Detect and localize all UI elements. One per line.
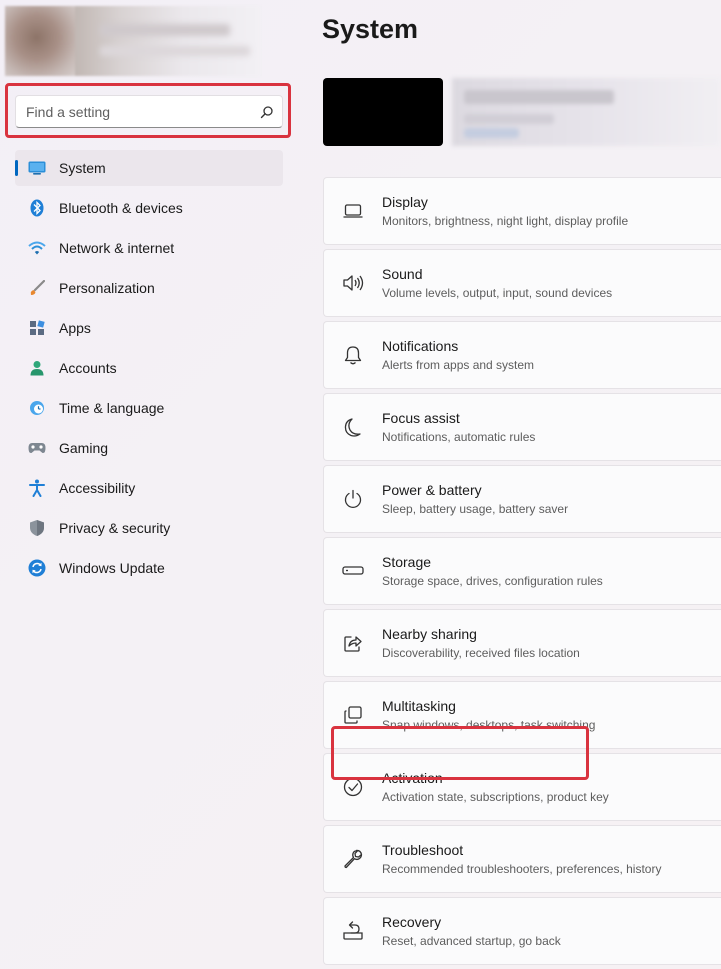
sidebar-item-bluetooth[interactable]: Bluetooth & devices	[15, 190, 283, 226]
setting-title: Nearby sharing	[382, 626, 477, 642]
setting-notifications[interactable]: Notifications Alerts from apps and syste…	[323, 321, 721, 389]
main-content: System Display Monitors, brightness, nig…	[322, 0, 721, 969]
brush-icon	[15, 280, 59, 296]
sidebar-item-label: Gaming	[59, 440, 109, 456]
sidebar-item-label: Personalization	[59, 280, 155, 296]
sidebar-item-personalization[interactable]: Personalization	[15, 270, 283, 306]
gamepad-icon	[15, 442, 59, 454]
setting-subtitle: Snap windows, desktops, task switching	[382, 718, 596, 732]
setting-subtitle: Recommended troubleshooters, preferences…	[382, 862, 662, 876]
setting-subtitle: Monitors, brightness, night light, displ…	[382, 214, 629, 228]
setting-recovery[interactable]: Recovery Reset, advanced startup, go bac…	[323, 897, 721, 965]
share-icon	[324, 633, 382, 653]
sidebar-item-label: Privacy & security	[59, 520, 171, 536]
setting-subtitle: Sleep, battery usage, battery saver	[382, 502, 569, 516]
setting-display[interactable]: Display Monitors, brightness, night ligh…	[323, 177, 721, 245]
setting-title: Storage	[382, 554, 432, 570]
speaker-icon	[324, 274, 382, 292]
wifi-icon	[15, 241, 59, 255]
page-title: System	[322, 14, 419, 44]
device-name-blurred	[464, 90, 614, 104]
sidebar-item-label: System	[59, 160, 106, 176]
setting-subtitle: Volume levels, output, input, sound devi…	[382, 286, 613, 300]
setting-title: Troubleshoot	[382, 842, 464, 858]
profile-name-blurred	[100, 24, 230, 36]
setting-title: Sound	[382, 266, 423, 282]
settings-list: Display Monitors, brightness, night ligh…	[323, 177, 721, 969]
setting-sound[interactable]: Sound Volume levels, output, input, soun…	[323, 249, 721, 317]
accessibility-icon	[15, 479, 59, 497]
monitor-icon	[15, 161, 59, 175]
wrench-icon	[324, 849, 382, 869]
setting-subtitle: Alerts from apps and system	[382, 358, 535, 372]
sidebar-item-label: Accessibility	[59, 480, 136, 496]
person-icon	[15, 360, 59, 376]
power-icon	[324, 489, 382, 509]
bluetooth-icon	[15, 199, 59, 217]
user-profile[interactable]	[5, 6, 260, 76]
setting-multitasking[interactable]: Multitasking Snap windows, desktops, tas…	[323, 681, 721, 749]
sidebar: System Bluetooth & devices Network & int…	[0, 0, 300, 969]
sidebar-item-accounts[interactable]: Accounts	[15, 350, 283, 386]
avatar	[5, 6, 75, 76]
setting-subtitle: Reset, advanced startup, go back	[382, 934, 561, 948]
sidebar-item-system[interactable]: System	[15, 150, 283, 186]
setting-nearby-sharing[interactable]: Nearby sharing Discoverability, received…	[323, 609, 721, 677]
setting-power-battery[interactable]: Power & battery Sleep, battery usage, ba…	[323, 465, 721, 533]
recovery-icon	[324, 921, 382, 941]
profile-email-blurred	[100, 46, 250, 56]
device-thumbnail	[323, 78, 443, 146]
sidebar-item-label: Time & language	[59, 400, 165, 416]
setting-activation[interactable]: Activation Activation state, subscriptio…	[323, 753, 721, 821]
display-icon	[324, 203, 382, 219]
sidebar-item-accessibility[interactable]: Accessibility	[15, 470, 283, 506]
sidebar-item-label: Apps	[59, 320, 91, 336]
setting-troubleshoot[interactable]: Troubleshoot Recommended troubleshooters…	[323, 825, 721, 893]
sidebar-item-windows-update[interactable]: Windows Update	[15, 550, 283, 586]
setting-title: Recovery	[382, 914, 442, 930]
setting-title: Focus assist	[382, 410, 460, 426]
sidebar-item-privacy-security[interactable]: Privacy & security	[15, 510, 283, 546]
moon-icon	[324, 417, 382, 437]
setting-title: Activation	[382, 770, 443, 786]
search-input[interactable]	[16, 103, 252, 120]
drive-icon	[324, 565, 382, 577]
update-icon	[15, 559, 59, 577]
sidebar-item-network[interactable]: Network & internet	[15, 230, 283, 266]
shield-icon	[15, 519, 59, 537]
setting-subtitle: Storage space, drives, configuration rul…	[382, 574, 603, 588]
setting-subtitle: Activation state, subscriptions, product…	[382, 790, 609, 804]
device-model-blurred	[464, 114, 554, 124]
clock-globe-icon	[15, 400, 59, 416]
device-info-blurred[interactable]	[452, 78, 721, 146]
setting-subtitle: Notifications, automatic rules	[382, 430, 536, 444]
bell-icon	[324, 345, 382, 365]
multitask-icon	[324, 705, 382, 725]
sidebar-item-label: Network & internet	[59, 240, 175, 256]
setting-storage[interactable]: Storage Storage space, drives, configura…	[323, 537, 721, 605]
check-circle-icon	[324, 777, 382, 797]
setting-title: Multitasking	[382, 698, 456, 714]
setting-subtitle: Discoverability, received files location	[382, 646, 580, 660]
setting-focus-assist[interactable]: Focus assist Notifications, automatic ru…	[323, 393, 721, 461]
device-rename-link-blurred	[464, 128, 519, 138]
sidebar-item-label: Accounts	[59, 360, 117, 376]
setting-title: Power & battery	[382, 482, 482, 498]
sidebar-item-apps[interactable]: Apps	[15, 310, 283, 346]
search-box[interactable]	[15, 95, 283, 128]
setting-title: Notifications	[382, 338, 459, 354]
sidebar-item-time-language[interactable]: Time & language	[15, 390, 283, 426]
sidebar-item-label: Bluetooth & devices	[59, 200, 183, 216]
sidebar-item-label: Windows Update	[59, 560, 165, 576]
setting-title: Display	[382, 194, 428, 210]
apps-icon	[15, 320, 59, 336]
sidebar-item-gaming[interactable]: Gaming	[15, 430, 283, 466]
search-icon[interactable]	[252, 105, 282, 119]
sidebar-nav: System Bluetooth & devices Network & int…	[15, 150, 283, 590]
